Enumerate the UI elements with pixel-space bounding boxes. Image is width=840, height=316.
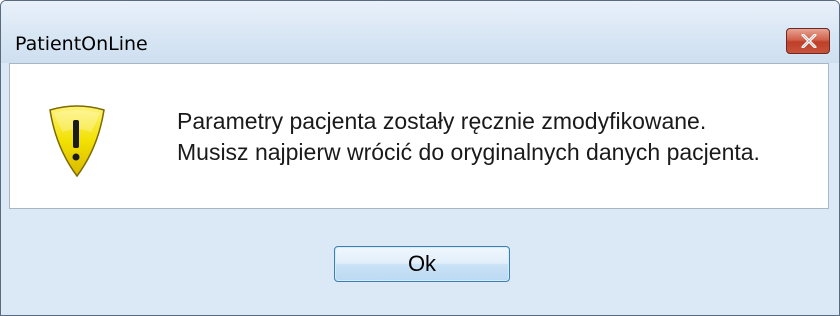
message-panel: Parametry pacjenta zostały ręcznie zmody… [9,63,829,209]
warning-icon [49,105,105,178]
window-title: PatientOnLine [15,33,148,55]
close-button[interactable] [786,28,830,54]
button-bar: Ok [1,208,839,315]
message-line-2: Musisz najpierw wrócić do oryginalnych d… [177,139,760,165]
title-bar[interactable]: PatientOnLine [1,1,839,63]
message-text: Parametry pacjenta zostały ręcznie zmody… [177,106,760,168]
message-line-1: Parametry pacjenta zostały ręcznie zmody… [177,108,707,134]
close-icon [801,34,817,48]
dialog-window: PatientOnLine Parametry pacjenta zostały… [0,0,840,316]
ok-button[interactable]: Ok [334,246,510,282]
